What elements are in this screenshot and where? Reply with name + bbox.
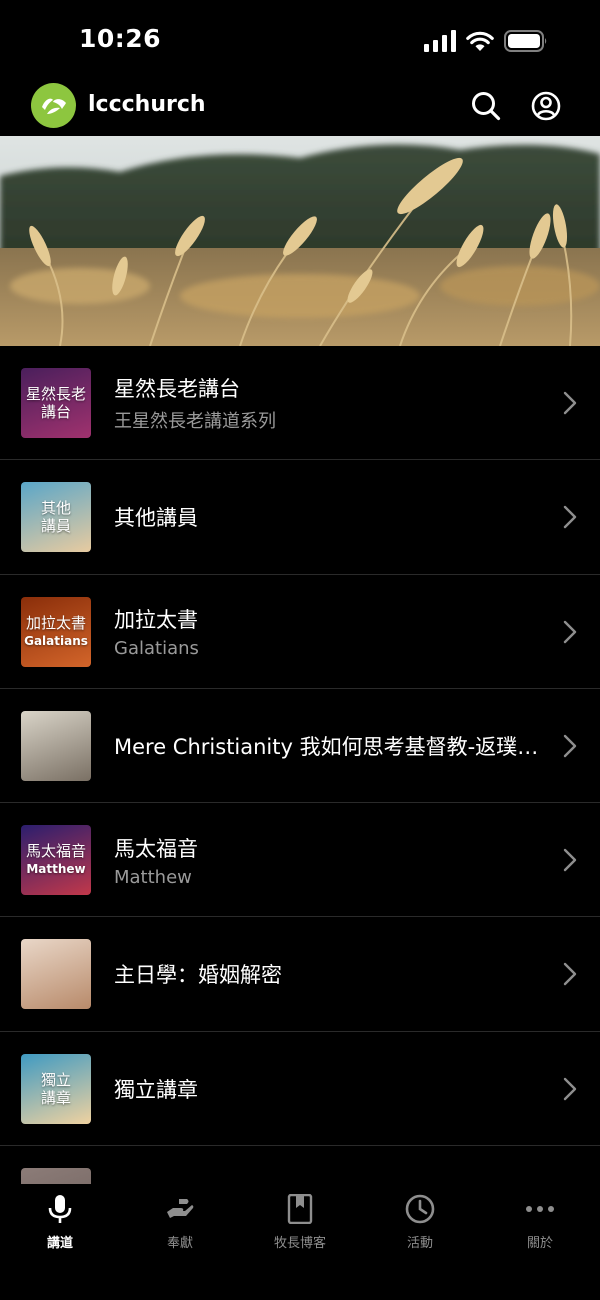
tab-label: 牧長博客 (273, 1236, 326, 1251)
series-texts: 加拉太書 Galatians (114, 575, 544, 689)
thumbnail-caption: 獨立 (40, 1070, 71, 1089)
series-title: 加拉太書 (114, 608, 198, 633)
series-title: 馬太福音 (114, 836, 198, 861)
account-icon (531, 91, 561, 121)
chevron-right-icon (563, 506, 577, 529)
tab-events[interactable]: 活動 (360, 1194, 480, 1254)
status-time: 10:26 (79, 24, 162, 53)
thumbnail-caption: 加拉太書 (25, 613, 86, 632)
tab-label: 講道 (46, 1236, 73, 1251)
tab-sermons[interactable]: 講道 (0, 1194, 120, 1254)
sermon-series-row[interactable]: 馬太福音 Matthew 馬太福音 Matthew (0, 803, 600, 918)
series-texts (114, 1146, 544, 1184)
sermon-series-row[interactable]: 獨立 講章 獨立講章 (0, 1032, 600, 1147)
cellular-signal-icon (424, 30, 456, 52)
wifi-icon (466, 31, 494, 51)
thumbnail-caption: 其他 (40, 499, 71, 518)
series-subtitle: Galatians (114, 638, 199, 660)
chevron-right-icon (563, 620, 577, 643)
app-header: lccchurch (0, 80, 600, 136)
status-icons (424, 28, 548, 54)
series-thumbnail (21, 1168, 91, 1184)
bottom-tab-bar: 講道 奉獻 牧長博客 活動 關於 (0, 1184, 600, 1300)
series-texts: 主日學：婚姻解密 (114, 917, 544, 1031)
thumbnail-caption: Matthew (26, 862, 86, 877)
tab-label: 關於 (526, 1236, 553, 1251)
tab-giving[interactable]: 奉獻 (120, 1194, 240, 1254)
series-title: 獨立講章 (114, 1077, 198, 1102)
app-name: lccchurch (88, 92, 206, 117)
series-thumbnail (21, 710, 91, 781)
series-thumbnail: 加拉太書 Galatians (21, 596, 91, 667)
sermon-series-row[interactable] (0, 1146, 600, 1184)
chevron-right-icon (563, 963, 577, 986)
chevron-right-icon (563, 1077, 577, 1100)
series-thumbnail: 星然長老 講台 (21, 368, 91, 438)
series-thumbnail: 馬太福音 Matthew (21, 825, 91, 896)
search-button[interactable] (470, 90, 502, 122)
sermon-series-row[interactable]: 加拉太書 Galatians 加拉太書 Galatians (0, 575, 600, 689)
series-texts: 星然長老講台王星然長老講道系列 (114, 346, 544, 460)
tab-about[interactable]: 關於 (480, 1194, 600, 1254)
series-title: 主日學：婚姻解密 (114, 963, 282, 988)
thumbnail-caption: 馬太福音 (25, 842, 86, 861)
series-texts: 獨立講章 (114, 1032, 544, 1146)
thumbnail-caption: Galatians (24, 633, 88, 648)
chevron-right-icon (563, 391, 577, 415)
series-thumbnail (21, 939, 91, 1010)
clock-icon (405, 1194, 435, 1224)
thumbnail-caption: 講台 (40, 403, 71, 421)
series-texts: Mere Christianity 我如何思考基督教-返璞歸真 (114, 689, 544, 803)
battery-icon (504, 30, 547, 52)
giving-hand-icon (165, 1194, 195, 1224)
sermon-series-row[interactable]: 主日學：婚姻解密 (0, 917, 600, 1032)
thumbnail-caption: 星然長老 (25, 385, 86, 403)
leaf-icon (31, 83, 76, 128)
sermon-series-row[interactable]: 星然長老 講台 星然長老講台 王星然長老講道系列 (0, 346, 600, 461)
sermon-series-row[interactable]: Mere Christianity 我如何思考基督教-返璞歸真 (0, 689, 600, 804)
sermon-series-list: 星然長老 講台 星然長老講台 王星然長老講道系列 其他 講員 其他講員 加拉太書 Galatia… (0, 346, 600, 1184)
search-icon (472, 92, 501, 121)
tab-label: 奉獻 (166, 1236, 193, 1251)
series-title: 其他講員 (114, 506, 198, 531)
series-title: Mere Christianity 我如何思考基督教-返璞歸真 (114, 734, 544, 759)
thumbnail-caption: 講員 (40, 517, 71, 536)
series-thumbnail: 獨立 講章 (21, 1053, 91, 1124)
series-subtitle: Matthew (114, 866, 192, 888)
chevron-right-icon (563, 848, 577, 872)
series-subtitle: 王星然長老講道系列 (114, 411, 276, 432)
more-dots-icon (525, 1194, 555, 1224)
microphone-icon (45, 1194, 75, 1224)
status-bar: 10:26 (0, 0, 600, 80)
series-texts: 其他講員 (114, 460, 544, 574)
series-texts: 馬太福音 Matthew (114, 803, 544, 917)
account-button[interactable] (530, 90, 562, 122)
hero-banner-image (0, 136, 600, 346)
series-title: 星然長老講台 (114, 377, 240, 401)
tab-label: 活動 (406, 1236, 433, 1251)
chevron-right-icon (563, 734, 577, 758)
thumbnail-caption: 講章 (40, 1088, 71, 1107)
series-thumbnail: 其他 講員 (21, 482, 91, 553)
tab-pastor-blog[interactable]: 牧長博客 (240, 1194, 360, 1254)
bookmark-book-icon (285, 1194, 315, 1224)
sermon-series-row[interactable]: 其他 講員 其他講員 (0, 460, 600, 575)
